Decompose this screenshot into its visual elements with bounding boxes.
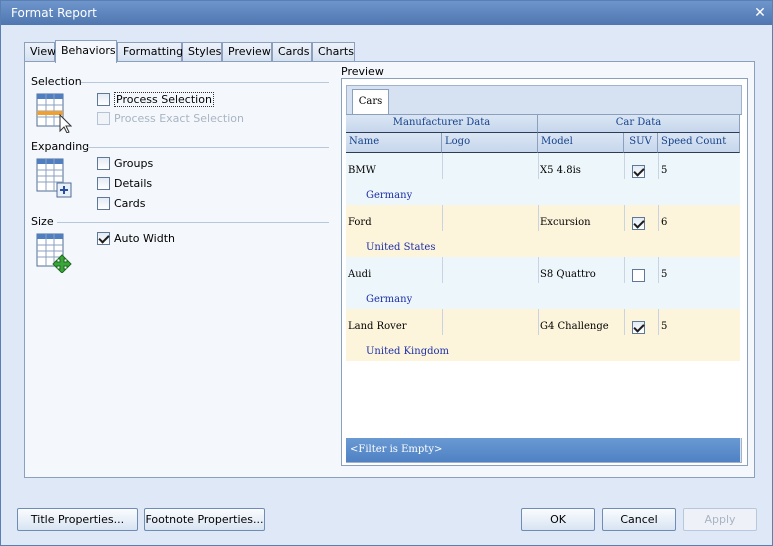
cell-speed-count: 5: [661, 165, 668, 176]
column-header-speed-count[interactable]: Speed Count: [658, 133, 740, 153]
grid-line: [442, 257, 443, 283]
cell-model: G4 Challenge: [540, 321, 609, 332]
preview-grid: Manufacturer Data Car Data Name Logo Mod…: [346, 114, 742, 438]
details-checkbox[interactable]: Details: [97, 177, 152, 190]
cell-model: S8 Quattro: [540, 269, 596, 280]
footnote-properties-button[interactable]: Footnote Properties...: [144, 508, 265, 531]
grid-line: [658, 257, 659, 283]
band-manufacturer-data: Manufacturer Data: [346, 115, 538, 133]
cell-country: United Kingdom: [366, 346, 449, 357]
auto-width-label: Auto Width: [114, 232, 175, 245]
column-header-logo[interactable]: Logo: [442, 133, 538, 153]
filter-bar[interactable]: <Filter is Empty>: [346, 438, 740, 462]
column-header-model[interactable]: Model: [538, 133, 624, 153]
groups-checkbox[interactable]: Groups: [97, 157, 153, 170]
cell-model: Excursion: [540, 217, 591, 228]
groups-label: Groups: [114, 157, 154, 170]
cell-name: Audi: [348, 269, 372, 280]
band-car-data: Car Data: [538, 115, 740, 133]
cell-name: BMW: [348, 165, 376, 176]
grid-line: [538, 257, 539, 283]
cards-box[interactable]: [97, 197, 110, 210]
cell-name: Ford: [348, 217, 372, 228]
auto-width-checkbox[interactable]: Auto Width: [97, 232, 175, 245]
grid-line: [538, 153, 539, 179]
process-selection-checkbox[interactable]: Process Selection: [97, 92, 214, 107]
size-divider: [57, 222, 329, 223]
grid-line: [624, 309, 625, 335]
grid-line: [624, 257, 625, 283]
grid-line: [624, 205, 625, 231]
cell-suv-checkbox[interactable]: [632, 165, 645, 178]
grid-line: [442, 153, 443, 179]
window-title: Format Report: [11, 6, 97, 20]
grid-line: [658, 309, 659, 335]
grid-line: [658, 153, 659, 179]
grid-line: [658, 205, 659, 231]
resize-grid-icon: [36, 233, 72, 273]
grid-line: [442, 309, 443, 335]
cell-country: Germany: [366, 190, 413, 201]
tab-preview[interactable]: Preview: [222, 42, 272, 62]
title-bar: Format Report ✕: [1, 1, 772, 25]
details-label: Details: [114, 177, 153, 190]
process-selection-box[interactable]: [97, 93, 110, 106]
cancel-button[interactable]: Cancel: [602, 508, 676, 531]
cell-suv-checkbox[interactable]: [632, 321, 645, 334]
cell-speed-count: 6: [661, 217, 668, 228]
tab-formatting[interactable]: Formatting: [117, 42, 183, 62]
cell-suv-checkbox[interactable]: [632, 269, 645, 282]
cards-checkbox[interactable]: Cards: [97, 197, 145, 210]
process-exact-selection-checkbox[interactable]: Process Exact Selection: [97, 112, 244, 125]
selection-divider: [81, 82, 329, 83]
grid-line: [442, 205, 443, 231]
grid-line: [538, 205, 539, 231]
grid-tab-cars[interactable]: Cars: [352, 89, 389, 114]
size-group-label: Size: [31, 215, 54, 228]
cell-country: Germany: [366, 294, 413, 305]
details-box[interactable]: [97, 177, 110, 190]
expand-grid-icon: [36, 158, 72, 198]
process-exact-selection-box[interactable]: [97, 112, 110, 125]
column-header-name[interactable]: Name: [346, 133, 442, 153]
tab-styles[interactable]: Styles: [182, 42, 222, 62]
tab-charts[interactable]: Charts: [312, 42, 355, 62]
apply-button[interactable]: Apply: [683, 508, 757, 531]
process-selection-label: Process Selection: [114, 92, 214, 107]
selection-grid-icon: [36, 93, 72, 133]
ok-button[interactable]: OK: [521, 508, 595, 531]
format-report-dialog: Format Report ✕ View Behaviors Formattin…: [0, 0, 773, 546]
cell-suv-checkbox[interactable]: [632, 217, 645, 230]
process-exact-selection-label: Process Exact Selection: [114, 112, 244, 125]
tab-cards[interactable]: Cards: [272, 42, 312, 62]
tab-behaviors[interactable]: Behaviors: [55, 40, 117, 63]
auto-width-box[interactable]: [97, 232, 110, 245]
title-properties-button[interactable]: Title Properties...: [17, 508, 138, 531]
cell-name: Land Rover: [348, 321, 407, 332]
column-header-suv[interactable]: SUV: [624, 133, 658, 153]
cell-speed-count: 5: [661, 269, 668, 280]
expanding-group-label: Expanding: [31, 140, 90, 153]
tab-view[interactable]: View: [24, 42, 56, 62]
selection-group-label: Selection: [31, 75, 82, 88]
preview-label: Preview: [341, 65, 384, 78]
cards-label: Cards: [114, 197, 146, 210]
expanding-divider: [87, 147, 329, 148]
cell-speed-count: 5: [661, 321, 668, 332]
grid-line: [624, 153, 625, 179]
cell-model: X5 4.8is: [540, 165, 581, 176]
groups-box[interactable]: [97, 157, 110, 170]
close-icon[interactable]: ✕: [752, 5, 768, 21]
grid-line: [538, 309, 539, 335]
cell-country: United States: [366, 242, 436, 253]
